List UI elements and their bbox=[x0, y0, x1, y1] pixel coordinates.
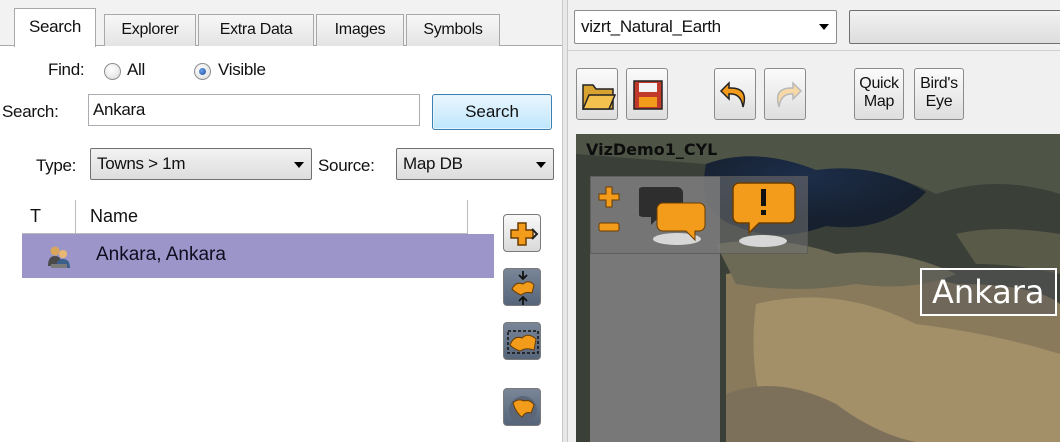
tab-explorer[interactable]: Explorer bbox=[104, 14, 196, 46]
map-panel: vizrt_Natural_Earth Quick Map Bird's Eye… bbox=[568, 0, 1060, 442]
fly-to-icon bbox=[504, 271, 542, 311]
chevron-down-icon bbox=[819, 24, 829, 30]
source-dropdown-value: Map DB bbox=[403, 154, 463, 173]
source-label: Source: bbox=[318, 156, 375, 175]
toolbar-divider bbox=[568, 50, 1060, 51]
region-button[interactable] bbox=[503, 322, 541, 360]
type-dropdown-value: Towns > 1m bbox=[97, 154, 186, 173]
town-person-icon bbox=[46, 244, 72, 270]
map-title: VizDemo1_CYL bbox=[586, 140, 718, 159]
column-header-type[interactable]: T bbox=[22, 200, 76, 234]
globe-button[interactable] bbox=[503, 388, 541, 426]
zoom-out-icon[interactable] bbox=[597, 219, 621, 233]
secondary-dropdown[interactable] bbox=[849, 10, 1060, 44]
alert-bubble-icon[interactable] bbox=[731, 179, 797, 249]
tab-bar: Search Explorer Extra Data Images Symbol… bbox=[0, 0, 562, 47]
results-list[interactable]: T Name Ankara, Ankara bbox=[22, 200, 494, 442]
undo-icon bbox=[715, 81, 757, 125]
save-icon bbox=[627, 80, 669, 125]
zoom-in-icon[interactable] bbox=[597, 185, 621, 209]
chevron-down-icon bbox=[536, 162, 546, 168]
search-button[interactable]: Search bbox=[432, 94, 552, 130]
undo-button[interactable] bbox=[714, 68, 756, 120]
find-label: Find: bbox=[48, 60, 85, 79]
tab-search[interactable]: Search bbox=[14, 8, 96, 47]
save-button[interactable] bbox=[626, 68, 668, 120]
chat-bubbles-icon[interactable] bbox=[637, 181, 709, 249]
redo-button[interactable] bbox=[764, 68, 806, 120]
search-panel: Search Explorer Extra Data Images Symbol… bbox=[0, 0, 562, 442]
type-dropdown[interactable]: Towns > 1m bbox=[90, 148, 312, 180]
add-button[interactable] bbox=[503, 214, 541, 252]
database-dropdown-value: vizrt_Natural_Earth bbox=[581, 17, 721, 36]
source-dropdown[interactable]: Map DB bbox=[396, 148, 554, 180]
find-visible-radio[interactable] bbox=[194, 63, 211, 80]
add-icon bbox=[504, 222, 542, 257]
fly-to-button[interactable] bbox=[503, 268, 541, 306]
column-header-name[interactable]: Name bbox=[76, 200, 468, 234]
find-all-radio[interactable] bbox=[104, 63, 121, 80]
search-input[interactable]: Ankara bbox=[88, 94, 420, 126]
search-label: Search: bbox=[2, 102, 59, 121]
quick-map-button[interactable]: Quick Map bbox=[854, 68, 904, 120]
search-form: Find: All Visible Search: Ankara Search … bbox=[0, 46, 562, 442]
birds-eye-button[interactable]: Bird's Eye bbox=[914, 68, 964, 120]
place-label[interactable]: Ankara bbox=[920, 268, 1057, 316]
globe-icon bbox=[504, 396, 542, 431]
redo-icon bbox=[765, 81, 807, 125]
find-all-label[interactable]: All bbox=[127, 60, 145, 80]
type-label: Type: bbox=[36, 156, 77, 175]
open-button[interactable] bbox=[576, 68, 618, 120]
find-visible-label[interactable]: Visible bbox=[218, 60, 266, 80]
map-controls bbox=[590, 176, 808, 254]
region-icon bbox=[504, 330, 542, 365]
database-dropdown[interactable]: vizrt_Natural_Earth bbox=[574, 10, 837, 44]
result-name: Ankara, Ankara bbox=[96, 244, 226, 265]
chevron-down-icon bbox=[294, 162, 304, 168]
map-view[interactable]: VizDemo1_CYL Ankara bbox=[576, 134, 1060, 442]
tab-symbols[interactable]: Symbols bbox=[406, 14, 500, 46]
tab-extra-data[interactable]: Extra Data bbox=[198, 14, 314, 46]
result-row[interactable]: Ankara, Ankara bbox=[22, 234, 494, 278]
tab-images[interactable]: Images bbox=[316, 14, 404, 46]
folder-open-icon bbox=[577, 84, 619, 125]
